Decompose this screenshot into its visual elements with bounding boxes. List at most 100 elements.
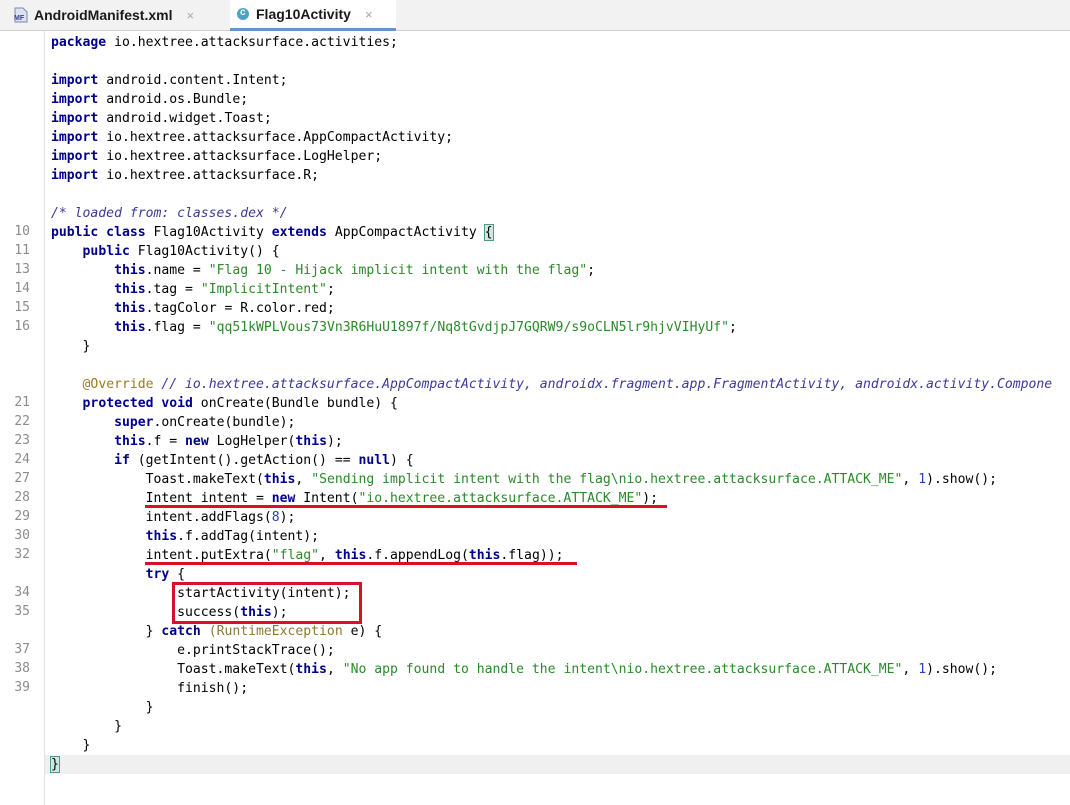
code-token: ); [279, 510, 296, 525]
code-line: this.tag = "ImplicitIntent"; [51, 280, 335, 299]
code-token: Flag10Activity() { [129, 244, 280, 259]
code-token: android.content.Intent; [98, 73, 288, 88]
code-token: LogHelper( [208, 434, 296, 449]
code-token: Intent( [295, 491, 359, 506]
code-token: new [185, 434, 209, 449]
code-line: public class Flag10Activity extends AppC… [51, 223, 494, 242]
line-number: 35 [14, 604, 30, 619]
code-token: , [295, 472, 312, 487]
code-token: io.hextree.attacksurface.activities; [106, 35, 398, 50]
code-token: Toast.makeText( [51, 472, 264, 487]
code-token: this [114, 320, 146, 335]
line-number: 22 [14, 414, 30, 429]
code-line: Toast.makeText(this, "No app found to ha… [51, 660, 997, 679]
code-token: } [51, 719, 122, 734]
code-token: io.hextree.attacksurface.LogHelper; [98, 149, 383, 164]
code-token: Flag10Activity [145, 225, 272, 240]
code-token: this [240, 605, 272, 620]
code-line: package io.hextree.attacksurface.activit… [51, 33, 398, 52]
manifest-file-icon: MF [14, 7, 28, 23]
line-number: 39 [14, 680, 30, 695]
line-number: 38 [14, 661, 30, 676]
code-token: import [51, 92, 99, 107]
line-number: 10 [14, 224, 30, 239]
code-line: protected void onCreate(Bundle bundle) { [51, 394, 398, 413]
code-token: .f.addTag(intent); [177, 529, 320, 544]
line-number: 23 [14, 433, 30, 448]
code-line: intent.addFlags(8); [51, 508, 296, 527]
code-line: } [51, 717, 122, 736]
code-token: , [902, 472, 919, 487]
code-token: } [51, 700, 154, 715]
code-token: new [271, 491, 296, 506]
code-token: protected void [82, 396, 193, 411]
code-token: } [50, 756, 60, 773]
code-token: this [114, 282, 146, 297]
code-editor[interactable]: package io.hextree.attacksurface.activit… [45, 31, 1070, 805]
code-token: , [319, 548, 335, 563]
code-token: super [114, 415, 154, 430]
line-number: 15 [14, 300, 30, 315]
code-token: 1 [918, 662, 927, 677]
code-line: e.printStackTrace(); [51, 641, 335, 660]
line-number: 14 [14, 281, 30, 296]
code-token: ); [326, 434, 343, 449]
code-line: super.onCreate(bundle); [51, 413, 295, 432]
code-token: @Override [82, 377, 154, 392]
code-token: .flag)); [500, 548, 564, 563]
tab-android-manifest[interactable]: MF AndroidManifest.xml × [14, 0, 214, 30]
code-line: import android.content.Intent; [51, 71, 288, 90]
code-token: android.os.Bundle; [98, 92, 249, 107]
code-token: e.printStackTrace(); [51, 643, 335, 658]
code-token: Toast.makeText( [51, 662, 296, 677]
code-token: /* loaded from: classes.dex */ [51, 206, 288, 221]
java-class-icon: c [236, 7, 250, 21]
code-line: finish(); [51, 679, 248, 698]
code-token: "qq51kWPLVous73Vn3R6HuU1897f/Nq8tGvdjpJ7… [208, 320, 729, 335]
code-line: if (getIntent().getAction() == null) { [51, 451, 414, 470]
code-token: .tag = [145, 282, 201, 297]
close-icon[interactable]: × [186, 8, 194, 23]
line-number: 32 [14, 547, 30, 562]
code-token: this [145, 529, 178, 544]
code-token: .onCreate(bundle); [153, 415, 296, 430]
code-token: } [51, 339, 91, 354]
code-token: ).show(); [926, 472, 998, 487]
code-line: /* loaded from: classes.dex */ [51, 204, 288, 223]
code-line: import android.os.Bundle; [51, 90, 248, 109]
code-line: } [51, 698, 154, 717]
code-token: , [326, 662, 343, 677]
code-token: import [51, 73, 99, 88]
line-number: 28 [14, 490, 30, 505]
code-line: startActivity(intent); [51, 584, 351, 603]
code-token: .flag = [145, 320, 209, 335]
code-line: import io.hextree.attacksurface.LogHelpe… [51, 147, 382, 166]
line-number: 11 [14, 243, 30, 258]
code-line: import io.hextree.attacksurface.R; [51, 166, 319, 185]
code-token: startActivity(intent); [51, 586, 351, 601]
code-token: onCreate(Bundle bundle) { [192, 396, 398, 411]
code-line: Intent intent = new Intent("io.hextree.a… [51, 489, 658, 508]
code-line: this.flag = "qq51kWPLVous73Vn3R6HuU1897f… [51, 318, 737, 337]
code-token: this [114, 301, 146, 316]
code-line: this.f.addTag(intent); [51, 527, 319, 546]
line-number: 21 [14, 395, 30, 410]
code-line: this.f = new LogHelper(this); [51, 432, 343, 451]
line-number: 24 [14, 452, 30, 467]
line-number: 16 [14, 319, 30, 334]
code-token: { [169, 567, 186, 582]
code-token: { [483, 224, 494, 241]
code-token: ).show(); [926, 662, 998, 677]
close-icon[interactable]: × [365, 7, 373, 22]
tab-flag10activity[interactable]: c Flag10Activity × [230, 0, 396, 31]
code-line: try { [51, 565, 185, 584]
